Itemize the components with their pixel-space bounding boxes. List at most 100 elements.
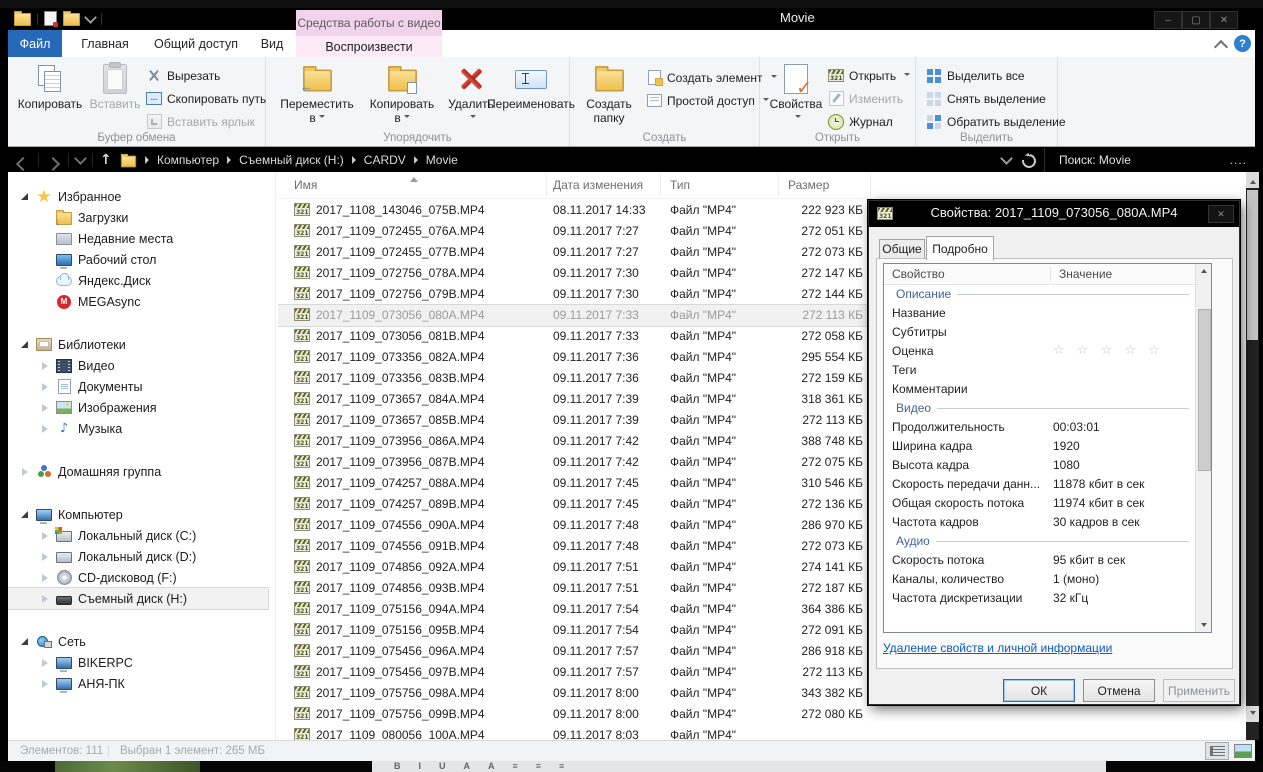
quick-access-paste-icon[interactable] xyxy=(44,11,57,26)
file-row[interactable]: 3212017_1109_073956_087B.MP409.11.2017 7… xyxy=(278,452,872,473)
file-row[interactable]: 3212017_1109_072455_076A.MP409.11.2017 7… xyxy=(278,221,872,242)
column-header-date[interactable]: Дата изменения xyxy=(553,178,643,192)
copy-path-button[interactable]: ... Скопировать путь xyxy=(146,87,266,110)
file-row[interactable]: 3212017_1109_073356_083B.MP409.11.2017 7… xyxy=(278,368,872,389)
property-row[interactable]: Оценка☆ ☆ ☆ ☆ ☆ xyxy=(884,341,1195,360)
sidebar-item-music[interactable]: ♪Музыка xyxy=(8,418,268,439)
file-row[interactable]: 3212017_1109_073657_085B.MP409.11.2017 7… xyxy=(278,410,872,431)
expander-icon[interactable] xyxy=(40,382,50,392)
breadcrumb-removable-disk[interactable]: Съемный диск (H:) xyxy=(239,153,344,167)
tab-play[interactable]: Воспроизвести xyxy=(296,36,442,57)
sidebar-item-disk-d[interactable]: Локальный диск (D:) xyxy=(8,546,268,567)
property-column-header[interactable]: Свойство xyxy=(884,267,1051,281)
tab-view[interactable]: Вид xyxy=(254,30,290,57)
sidebar-item-megasync[interactable]: MMEGAsync xyxy=(8,291,268,312)
tab-home[interactable]: Главная xyxy=(74,30,136,57)
details-view-button[interactable] xyxy=(1205,742,1229,760)
move-to-button[interactable]: ← Переместить в xyxy=(274,60,360,134)
file-row[interactable]: 3212017_1109_074556_090A.MP409.11.2017 7… xyxy=(278,515,872,536)
expander-icon[interactable] xyxy=(40,552,50,562)
file-row[interactable]: 3212017_1109_074257_089B.MP409.11.2017 7… xyxy=(278,494,872,515)
search-options-button[interactable]: .... xyxy=(1230,148,1247,172)
select-none-button[interactable]: Снять выделение xyxy=(926,87,1066,110)
file-row[interactable]: 3212017_1109_075156_094A.MP409.11.2017 7… xyxy=(278,599,872,620)
sidebar-item-network[interactable]: Сеть xyxy=(8,631,268,652)
quick-access-dropdown-icon[interactable] xyxy=(84,11,97,24)
file-row[interactable]: 3212017_1109_072756_079B.MP409.11.2017 7… xyxy=(278,284,872,305)
property-row[interactable]: Каналы, количество1 (моно) xyxy=(884,569,1195,588)
column-header-size[interactable]: Размер xyxy=(788,178,829,192)
remove-properties-link[interactable]: Удаление свойств и личной информации xyxy=(883,641,1112,655)
file-row[interactable]: 3212017_1109_072455_077B.MP409.11.2017 7… xyxy=(278,242,872,263)
file-list-scrollbar[interactable] xyxy=(1246,172,1259,740)
search-input[interactable]: Поиск: Movie xyxy=(1044,148,1232,172)
file-row[interactable]: 3212017_1109_075756_098A.MP409.11.2017 8… xyxy=(278,683,872,704)
file-row[interactable]: 3212017_1109_074556_091B.MP409.11.2017 7… xyxy=(278,536,872,557)
property-row[interactable]: Общая скорость потока11974 кбит в сек xyxy=(884,493,1195,512)
scrollbar-thumb[interactable] xyxy=(1247,190,1258,340)
cut-button[interactable]: Вырезать xyxy=(146,64,266,87)
file-row[interactable]: 3212017_1109_073956_086A.MP409.11.2017 7… xyxy=(278,431,872,452)
file-row[interactable]: 3212017_1109_073657_084A.MP409.11.2017 7… xyxy=(278,389,872,410)
quick-access-folder-icon[interactable] xyxy=(63,13,80,26)
expander-icon[interactable] xyxy=(40,658,50,668)
file-row[interactable]: 3212017_1109_075156_095B.MP409.11.2017 7… xyxy=(278,620,872,641)
copy-to-button[interactable]: Копировать в xyxy=(362,60,442,134)
file-row[interactable]: 3212017_1109_073356_082A.MP409.11.2017 7… xyxy=(278,347,872,368)
dialog-scrollbar[interactable] xyxy=(1195,264,1211,632)
easy-access-button[interactable]: Простой доступ xyxy=(646,89,777,112)
rating-stars[interactable]: ☆ ☆ ☆ ☆ ☆ xyxy=(1053,343,1195,358)
property-row[interactable]: Частота кадров30 кадров в сек xyxy=(884,512,1195,531)
sidebar-item-removable-h[interactable]: Съемный диск (H:) xyxy=(8,588,268,609)
sidebar-item-videos[interactable]: Видео xyxy=(8,355,268,376)
property-row[interactable]: Частота дискретизации32 кГц xyxy=(884,588,1195,607)
help-icon[interactable]: ? xyxy=(1234,35,1251,52)
up-one-level-icon[interactable]: ↑ xyxy=(100,152,112,168)
expander-icon[interactable] xyxy=(20,637,30,647)
file-row[interactable]: 3212017_1109_074856_092A.MP409.11.2017 7… xyxy=(278,557,872,578)
sidebar-item-bikerpc[interactable]: BIKERPC xyxy=(8,652,268,673)
file-row[interactable]: 3212017_1109_075456_096A.MP409.11.2017 7… xyxy=(278,641,872,662)
sidebar-item-cd-f[interactable]: CD-дисковод (F:) xyxy=(8,567,268,588)
sidebar-item-documents[interactable]: Документы xyxy=(8,376,268,397)
property-row[interactable]: Высота кадра1080 xyxy=(884,455,1195,474)
expander-icon[interactable] xyxy=(40,573,50,583)
property-row[interactable]: Теги xyxy=(884,360,1195,379)
sidebar-item-disk-c[interactable]: Локальный диск (C:) xyxy=(8,525,268,546)
sidebar-item-libraries[interactable]: Библиотеки xyxy=(8,334,268,355)
tab-file[interactable]: Файл xyxy=(8,30,62,57)
property-row[interactable]: Скорость потока95 кбит в сек xyxy=(884,550,1195,569)
file-row[interactable]: 3212017_1109_075456_097B.MP409.11.2017 7… xyxy=(278,662,872,683)
property-row[interactable]: Название xyxy=(884,303,1195,322)
column-header-type[interactable]: Тип xyxy=(670,178,690,192)
property-row[interactable]: Продолжительность00:03:01 xyxy=(884,417,1195,436)
sidebar-item-computer[interactable]: Компьютер xyxy=(8,504,268,525)
cancel-button[interactable]: Отмена xyxy=(1083,679,1155,702)
copy-button[interactable]: Копировать xyxy=(14,60,86,134)
expander-icon[interactable] xyxy=(20,192,30,202)
sidebar-item-yandex-disk[interactable]: Яндекс.Диск xyxy=(8,270,268,291)
value-column-header[interactable]: Значение xyxy=(1051,267,1112,281)
sidebar-item-desktop[interactable]: Рабочий стол xyxy=(8,249,268,270)
expander-icon[interactable] xyxy=(40,531,50,541)
expander-icon[interactable] xyxy=(20,510,30,520)
history-button[interactable]: Журнал xyxy=(828,110,910,133)
dialog-close-button[interactable]: ✕ xyxy=(1208,205,1234,223)
file-row[interactable]: 3212017_1109_074856_093B.MP409.11.2017 7… xyxy=(278,578,872,599)
properties-button[interactable]: Свойства xyxy=(768,60,824,134)
refresh-icon[interactable] xyxy=(1019,151,1038,170)
file-row[interactable]: 3212017_1109_080056_100A.MP409.11.2017 8… xyxy=(278,725,872,740)
file-row[interactable]: 3212017_1109_072756_078A.MP409.11.2017 7… xyxy=(278,263,872,284)
sidebar-item-favorites[interactable]: Избранное xyxy=(8,186,268,207)
file-row[interactable]: 3212017_1109_074257_088A.MP409.11.2017 7… xyxy=(278,473,872,494)
breadcrumb-movie[interactable]: Movie xyxy=(426,153,458,167)
property-row[interactable]: Субтитры xyxy=(884,322,1195,341)
dialog-tab-general[interactable]: Общие xyxy=(879,239,925,259)
property-row[interactable]: Ширина кадра1920 xyxy=(884,436,1195,455)
thumbnails-view-button[interactable] xyxy=(1231,742,1255,760)
scroll-up-icon[interactable] xyxy=(1246,172,1259,188)
file-row[interactable]: 3212017_1109_073056_081B.MP409.11.2017 7… xyxy=(278,326,872,347)
open-button[interactable]: 321 Открыть xyxy=(828,64,910,87)
sidebar-item-anya-pk[interactable]: АНЯ-ПК xyxy=(8,673,268,694)
expander-icon[interactable] xyxy=(40,679,50,689)
